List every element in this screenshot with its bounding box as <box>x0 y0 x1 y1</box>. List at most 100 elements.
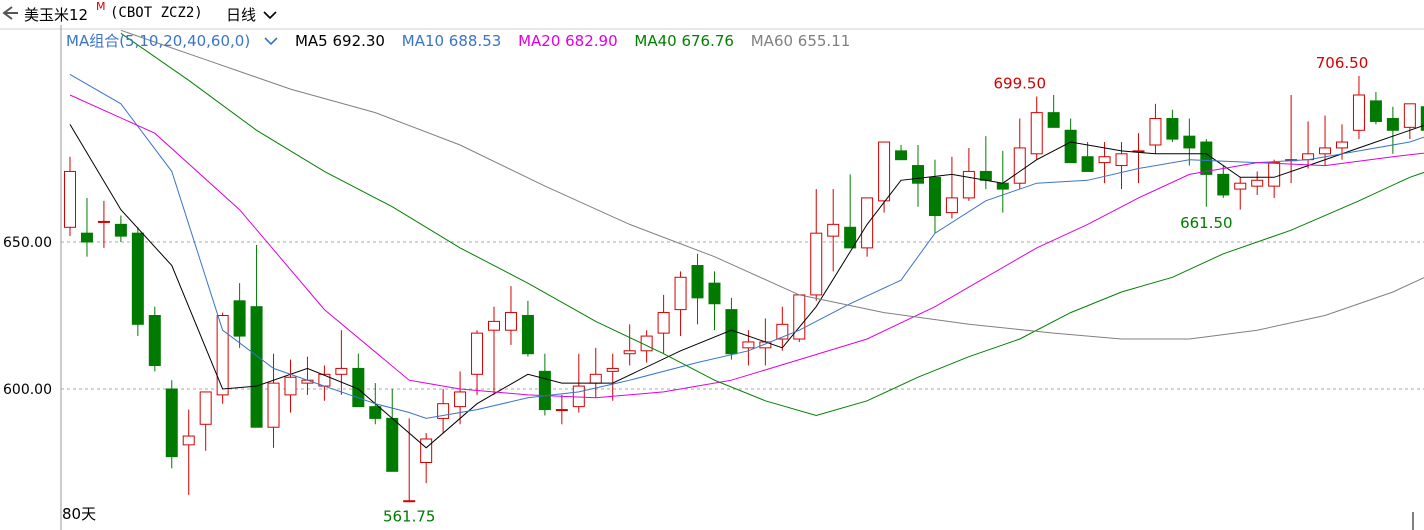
candle-body <box>674 276 687 311</box>
ma-group-selector[interactable]: MA组合(5,10,20,40,60,0) <box>66 32 283 50</box>
candle-body <box>471 332 484 375</box>
candle <box>945 156 958 219</box>
candle <box>165 380 178 469</box>
candle <box>1013 118 1026 190</box>
candle <box>691 253 704 325</box>
chevron-down-icon <box>264 37 278 46</box>
candle-body <box>97 220 110 223</box>
candle <box>97 200 110 248</box>
candle-body <box>80 232 93 243</box>
candle <box>555 394 568 425</box>
candle <box>962 147 975 201</box>
candle <box>148 306 161 372</box>
candle-body <box>742 341 755 349</box>
candle-body <box>1149 118 1162 146</box>
candle <box>589 347 602 398</box>
candle <box>1064 118 1077 164</box>
candle <box>1047 95 1060 128</box>
candle <box>657 294 670 354</box>
candle <box>80 197 93 257</box>
candle <box>437 389 450 434</box>
candle-body <box>1336 141 1348 149</box>
candle-body <box>623 350 636 355</box>
candle-body <box>996 182 1009 190</box>
candle-body <box>810 232 823 296</box>
ma60-value: MA60 655.11 <box>750 32 851 50</box>
candle <box>1302 121 1315 169</box>
candle <box>776 306 789 351</box>
candle <box>1234 177 1247 210</box>
candle <box>1403 103 1416 140</box>
ma-group-label: MA组合(5,10,20,40,60,0) <box>66 32 251 50</box>
candle <box>335 330 348 395</box>
ma10-value: MA10 688.53 <box>401 32 502 50</box>
candle <box>1369 92 1382 125</box>
candle <box>742 330 755 366</box>
candle-body <box>216 315 229 396</box>
candle <box>318 365 331 401</box>
candle <box>403 418 416 503</box>
candle-body <box>131 232 144 325</box>
candle-body <box>454 391 467 408</box>
candle-body <box>114 223 127 237</box>
ma-legend: MA组合(5,10,20,40,60,0) MA5 692.30 MA10 68… <box>66 30 862 51</box>
candle-body <box>1064 129 1077 164</box>
candle-body <box>657 312 670 334</box>
candle-body <box>250 306 263 428</box>
candle-body <box>284 376 297 396</box>
candle <box>623 324 636 366</box>
candle-body <box>1386 118 1399 131</box>
candle <box>725 297 738 360</box>
candle <box>471 330 484 395</box>
candle-body <box>199 391 212 425</box>
candle-body <box>1098 156 1111 164</box>
candle-body <box>606 367 619 372</box>
candle <box>504 286 517 345</box>
candle-body <box>64 170 76 228</box>
candle <box>1132 133 1145 184</box>
candle-body <box>369 406 382 419</box>
candle <box>1166 109 1179 143</box>
candle <box>912 144 924 207</box>
candle <box>538 353 551 416</box>
candle-body <box>912 165 924 184</box>
y-tick-label: 650.00 <box>3 235 52 251</box>
price-annotation: 561.75 <box>383 507 436 525</box>
candle-body <box>979 170 992 181</box>
candle-body <box>148 315 161 366</box>
candle-body <box>962 170 975 199</box>
candle <box>233 283 246 348</box>
candle <box>674 271 687 337</box>
candle-body <box>945 197 958 214</box>
candle <box>182 409 195 495</box>
candle-body <box>267 382 280 428</box>
days-count-label: 80天 <box>62 505 96 523</box>
candle-body <box>878 141 891 202</box>
candle <box>454 371 467 425</box>
candle <box>1386 106 1399 154</box>
candle <box>1115 142 1128 190</box>
candle-body <box>1234 182 1247 190</box>
candle <box>1268 159 1281 198</box>
candle-body <box>403 500 416 503</box>
candle <box>284 359 297 413</box>
candle-body <box>1251 179 1264 187</box>
candle-body <box>827 223 840 237</box>
candle-body <box>233 300 246 337</box>
candle <box>199 391 212 451</box>
candle <box>827 189 840 272</box>
candle <box>606 353 619 401</box>
candle-body <box>182 435 195 446</box>
candle-body <box>521 315 534 355</box>
candle-body <box>708 282 721 305</box>
candle-body <box>420 438 433 464</box>
candle <box>861 197 874 257</box>
candle <box>64 156 76 237</box>
candle <box>1081 142 1094 172</box>
candle-body <box>1166 118 1179 140</box>
candle-body <box>1200 141 1213 175</box>
candle <box>114 215 127 242</box>
candle-body <box>488 320 500 331</box>
candle <box>1149 103 1162 154</box>
candle-body <box>555 409 568 412</box>
